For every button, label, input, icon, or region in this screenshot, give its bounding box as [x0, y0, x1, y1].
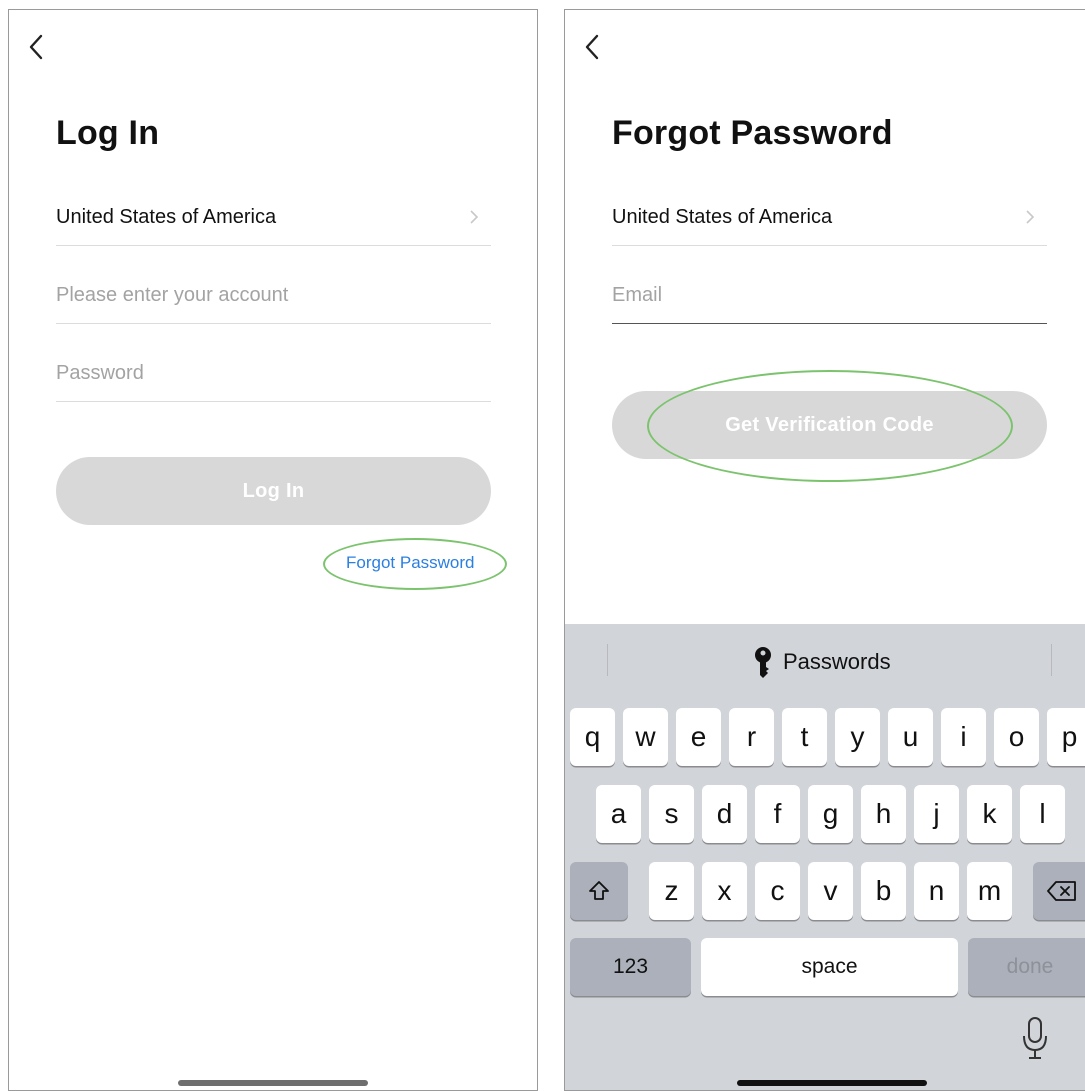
key-a[interactable]: a: [596, 785, 641, 843]
chevron-right-icon: [470, 210, 479, 224]
key-c[interactable]: c: [755, 862, 800, 920]
delete-key[interactable]: [1033, 862, 1085, 920]
back-icon[interactable]: [25, 32, 47, 62]
key-s[interactable]: s: [649, 785, 694, 843]
separator: [607, 644, 608, 676]
login-button[interactable]: Log In: [56, 457, 491, 525]
key-o[interactable]: o: [994, 708, 1039, 766]
page-title: Forgot Password: [612, 114, 893, 152]
forgot-password-screen: Forgot Password United States of America…: [564, 9, 1085, 1091]
key-k[interactable]: k: [967, 785, 1012, 843]
keyboard-suggestion-bar: Passwords: [565, 624, 1085, 696]
country-selector[interactable]: United States of America: [612, 206, 1047, 246]
key-g[interactable]: g: [808, 785, 853, 843]
keyboard: Passwords q w e r t y u i o p a s d f g …: [565, 624, 1085, 1090]
key-b[interactable]: b: [861, 862, 906, 920]
page-title: Log In: [56, 114, 160, 152]
password-input[interactable]: Password: [56, 362, 491, 402]
key-p[interactable]: p: [1047, 708, 1085, 766]
key-f[interactable]: f: [755, 785, 800, 843]
email-input[interactable]: Email: [612, 284, 1047, 324]
backspace-icon: [1047, 881, 1076, 901]
country-selector[interactable]: United States of America: [56, 206, 491, 246]
account-placeholder: Please enter your account: [56, 284, 289, 306]
country-label: United States of America: [612, 206, 833, 228]
key-w[interactable]: w: [623, 708, 668, 766]
password-placeholder: Password: [56, 362, 144, 384]
key-m[interactable]: m: [967, 862, 1012, 920]
key-v[interactable]: v: [808, 862, 853, 920]
login-screen: Log In United States of America Please e…: [8, 9, 538, 1091]
key-q[interactable]: q: [570, 708, 615, 766]
chevron-right-icon: [1026, 210, 1035, 224]
done-key[interactable]: done: [968, 938, 1085, 996]
key-icon: [755, 647, 771, 678]
account-input[interactable]: Please enter your account: [56, 284, 491, 324]
shift-icon: [589, 881, 609, 900]
highlight-annotation: [647, 370, 1013, 482]
key-x[interactable]: x: [702, 862, 747, 920]
numbers-key[interactable]: 123: [570, 938, 691, 996]
key-z[interactable]: z: [649, 862, 694, 920]
key-n[interactable]: n: [914, 862, 959, 920]
shift-key[interactable]: [570, 862, 628, 920]
passwords-label: Passwords: [783, 649, 891, 674]
key-y[interactable]: y: [835, 708, 880, 766]
passwords-suggestion[interactable]: Passwords: [753, 646, 891, 678]
key-i[interactable]: i: [941, 708, 986, 766]
key-u[interactable]: u: [888, 708, 933, 766]
key-d[interactable]: d: [702, 785, 747, 843]
key-t[interactable]: t: [782, 708, 827, 766]
key-h[interactable]: h: [861, 785, 906, 843]
key-j[interactable]: j: [914, 785, 959, 843]
key-r[interactable]: r: [729, 708, 774, 766]
country-label: United States of America: [56, 206, 277, 228]
home-indicator: [178, 1080, 368, 1086]
home-indicator: [737, 1080, 927, 1086]
email-placeholder: Email: [612, 284, 663, 306]
key-e[interactable]: e: [676, 708, 721, 766]
space-key[interactable]: space: [701, 938, 958, 996]
back-icon[interactable]: [581, 32, 603, 62]
separator: [1051, 644, 1052, 676]
microphone-icon[interactable]: [1020, 1016, 1050, 1062]
key-l[interactable]: l: [1020, 785, 1065, 843]
highlight-annotation: [323, 538, 507, 590]
